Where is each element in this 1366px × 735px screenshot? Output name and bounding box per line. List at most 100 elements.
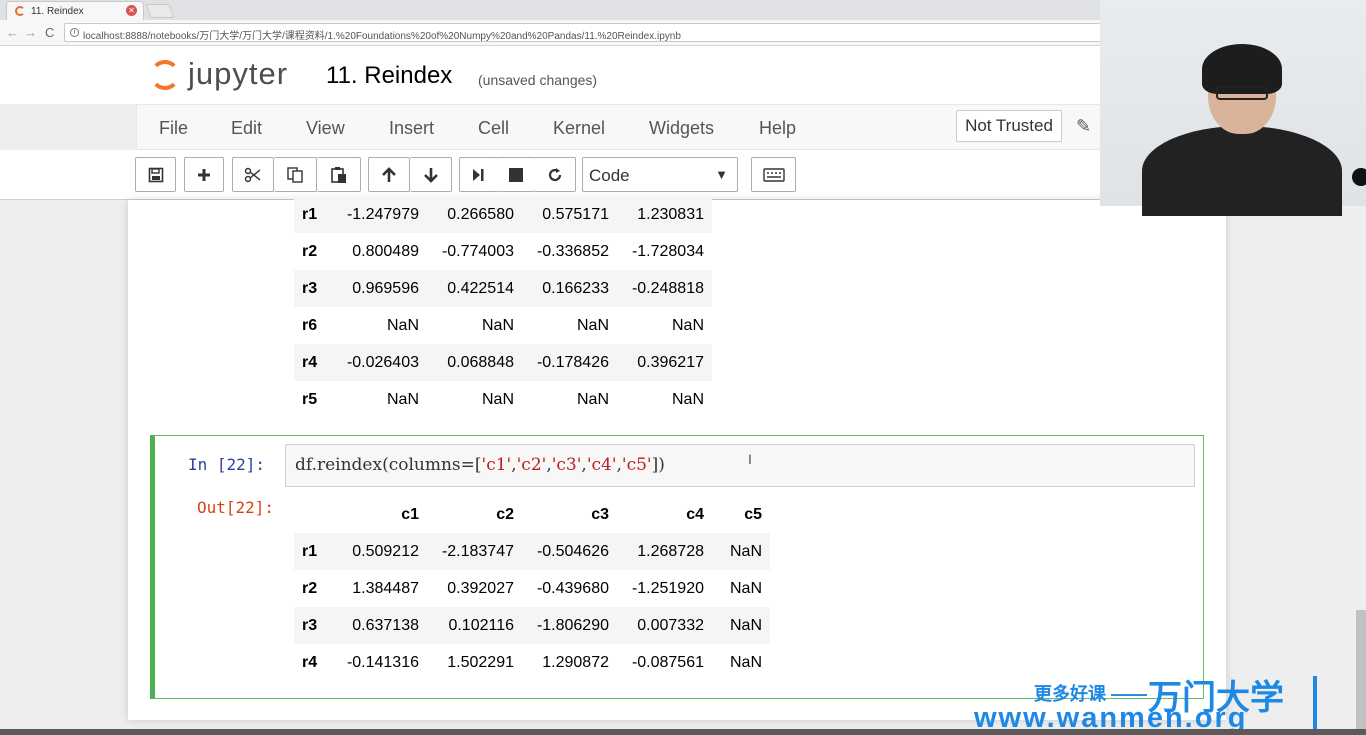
- close-tab-icon[interactable]: ✕: [126, 5, 137, 16]
- scrollbar[interactable]: [1356, 610, 1366, 730]
- code-token: ]): [651, 455, 665, 475]
- table-cell: 1.384487: [352, 579, 419, 597]
- table-cell: -0.087561: [631, 653, 704, 671]
- table-cell: NaN: [481, 390, 514, 408]
- row-label: r6: [302, 316, 318, 334]
- stop-icon: [508, 167, 523, 182]
- copy-button[interactable]: [274, 157, 317, 192]
- menu-kernel[interactable]: Kernel: [553, 118, 605, 139]
- column-header: c5: [744, 505, 762, 523]
- menu-file[interactable]: File: [159, 118, 188, 139]
- forward-icon[interactable]: →: [24, 25, 37, 40]
- bottom-border: [0, 729, 1366, 735]
- browser-tab[interactable]: 11. Reindex ✕: [6, 1, 144, 20]
- table-cell: -1.806290: [522, 607, 617, 644]
- output-prompt: Out[22]:: [197, 498, 275, 517]
- restart-button[interactable]: [535, 157, 576, 192]
- table-row: r2 1.384487 0.392027 -0.439680 -1.251920 NaN: [294, 570, 770, 607]
- url-input[interactable]: i localhost:8888/notebooks/万门大学/万门大学/课程资…: [64, 23, 1104, 42]
- table-cell: 0.007332: [617, 607, 712, 644]
- column-header: c3: [591, 505, 609, 523]
- table-cell: 0.266580: [427, 196, 522, 233]
- row-label: r4: [302, 653, 318, 671]
- table-cell: 0.392027: [447, 579, 514, 597]
- jupyter-logo-text: jupyter: [188, 56, 289, 91]
- cell-type-select[interactable]: Code ▼: [582, 157, 738, 192]
- table-row: r1 -1.247979 0.266580 0.575171 1.230831: [294, 196, 712, 233]
- keyboard-icon: [762, 167, 785, 182]
- paste-button[interactable]: [317, 157, 361, 192]
- jupyter-logo[interactable]: jupyter: [150, 56, 300, 96]
- info-icon[interactable]: i: [70, 28, 79, 37]
- cell-type-value: Code: [589, 166, 630, 185]
- table-cell: NaN: [671, 316, 704, 334]
- jupyter-logo-icon: [150, 60, 180, 90]
- table-cell: 0.800489: [352, 242, 419, 260]
- run-button[interactable]: [459, 157, 497, 192]
- notebook-title[interactable]: 11. Reindex: [326, 62, 452, 90]
- table-cell: 0.422514: [427, 270, 522, 307]
- text-cursor-icon: I: [748, 451, 752, 467]
- copy-icon: [287, 166, 303, 183]
- table-cell: -1.728034: [631, 242, 704, 260]
- table-cell: 1.290872: [542, 653, 609, 671]
- jupyter-favicon-icon: [15, 6, 25, 16]
- table-cell: -1.247979: [332, 196, 427, 233]
- row-label: r4: [294, 344, 332, 381]
- menu-cell[interactable]: Cell: [478, 118, 509, 139]
- menu-help[interactable]: Help: [759, 118, 796, 139]
- back-icon[interactable]: ←: [6, 25, 19, 40]
- table-row: r3 0.969596 0.422514 0.166233 -0.248818: [294, 270, 712, 307]
- code-editor[interactable]: df.reindex(columns=['c1','c2','c3','c4',…: [285, 444, 1195, 487]
- table-cell: 0.575171: [522, 196, 617, 233]
- column-header: c4: [686, 505, 704, 523]
- save-button[interactable]: [135, 157, 176, 192]
- caret-down-icon: ▼: [715, 167, 728, 182]
- code-string: 'c1': [481, 455, 512, 475]
- row-label: r2: [302, 579, 318, 597]
- row-label: r5: [302, 390, 318, 408]
- menu-widgets[interactable]: Widgets: [649, 118, 714, 139]
- table-cell: -2.183747: [427, 533, 522, 570]
- cut-icon: [244, 167, 261, 182]
- move-down-button[interactable]: [410, 157, 452, 192]
- menu-edit[interactable]: Edit: [231, 118, 262, 139]
- table-cell: -1.251920: [631, 579, 704, 597]
- interrupt-button[interactable]: [496, 157, 536, 192]
- not-trusted-button[interactable]: Not Trusted: [956, 110, 1062, 142]
- table-cell: 0.969596: [332, 270, 427, 307]
- watermark-divider: [1313, 676, 1317, 730]
- cut-button[interactable]: [232, 157, 274, 192]
- table-row: r6 NaN NaN NaN NaN: [294, 307, 712, 344]
- command-palette-button[interactable]: [751, 157, 796, 192]
- dataframe-output: c1 c2 c3 c4 c5 r1 0.509212 -2.183747 -0.504626 1.…: [294, 496, 770, 681]
- table-cell: 1.268728: [617, 533, 712, 570]
- table-cell: NaN: [481, 316, 514, 334]
- insert-cell-button[interactable]: [184, 157, 224, 192]
- table-header-row: c1 c2 c3 c4 c5: [294, 496, 770, 533]
- presenter-glasses: [1216, 86, 1268, 100]
- table-cell: NaN: [712, 607, 770, 644]
- column-header: c2: [496, 505, 514, 523]
- table-cell: NaN: [671, 390, 704, 408]
- presenter-body: [1142, 126, 1342, 216]
- menu-view[interactable]: View: [306, 118, 345, 139]
- input-prompt: In [22]:: [188, 455, 266, 474]
- table-cell: -0.439680: [536, 579, 609, 597]
- table-row: r2 0.800489 -0.774003 -0.336852 -1.728034: [294, 233, 712, 270]
- column-header: c1: [401, 505, 419, 523]
- dataframe-output-previous: r1 -1.247979 0.266580 0.575171 1.230831 r2 0.8…: [294, 196, 712, 418]
- row-label: r3: [294, 270, 332, 307]
- new-tab-button[interactable]: [145, 4, 175, 18]
- pencil-icon[interactable]: ✎: [1076, 116, 1091, 137]
- table-cell: 0.068848: [427, 344, 522, 381]
- browser-tab-title: 11. Reindex: [31, 6, 84, 17]
- menu-insert[interactable]: Insert: [389, 118, 434, 139]
- table-cell: -0.248818: [617, 270, 712, 307]
- table-row: r3 0.637138 0.102116 -1.806290 0.007332 NaN: [294, 607, 770, 644]
- reload-icon[interactable]: C: [45, 25, 54, 40]
- table-cell: NaN: [576, 390, 609, 408]
- table-cell: 1.230831: [617, 196, 712, 233]
- code-string: 'c2': [516, 455, 547, 475]
- move-up-button[interactable]: [368, 157, 410, 192]
